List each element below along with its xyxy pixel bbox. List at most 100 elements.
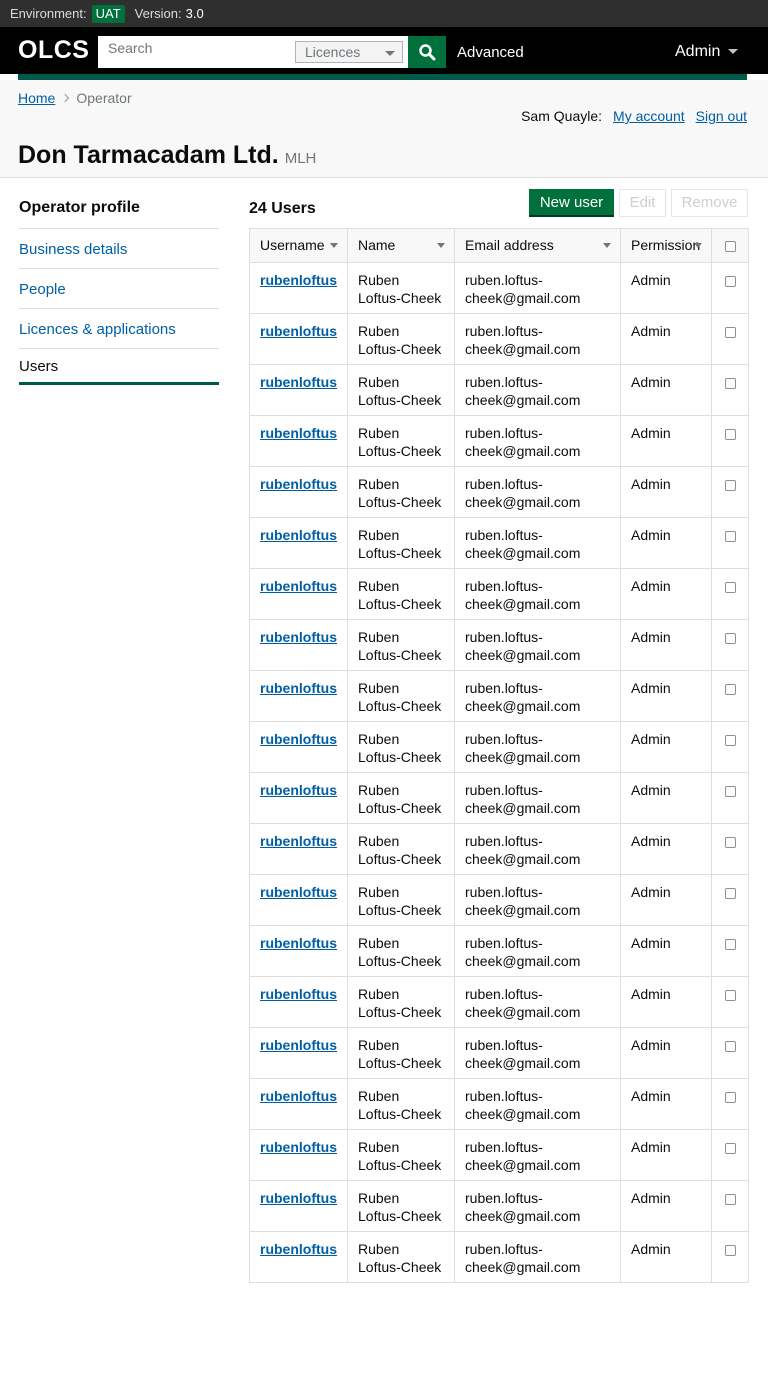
row-checkbox[interactable] (724, 633, 736, 644)
permission-cell: Admin (620, 415, 712, 467)
username-link[interactable]: rubenloftus (260, 731, 337, 747)
name-cell: Ruben Loftus-Cheek (347, 1231, 455, 1283)
row-select-cell (711, 1078, 749, 1130)
first-name: Ruben (358, 323, 400, 339)
username-cell: rubenloftus (249, 466, 348, 518)
last-name: Loftus-Cheek (358, 596, 442, 612)
search-scope-select[interactable]: Licences (295, 41, 403, 63)
last-name: Loftus-Cheek (358, 1106, 442, 1122)
email-cell: ruben.loftus-cheek@gmail.com (454, 517, 621, 569)
table-header-row: Username Name Email address Permission (249, 228, 749, 263)
username-link[interactable]: rubenloftus (260, 1088, 337, 1104)
username-link[interactable]: rubenloftus (260, 629, 337, 645)
advanced-search-link[interactable]: Advanced (457, 44, 524, 61)
first-name: Ruben (358, 1037, 400, 1053)
row-checkbox[interactable] (724, 1143, 736, 1154)
last-name: Loftus-Cheek (358, 1208, 442, 1224)
remove-button[interactable]: Remove (671, 189, 748, 217)
olcs-logo[interactable]: OLCS (18, 36, 89, 65)
sort-icon (603, 243, 611, 248)
username-link[interactable]: rubenloftus (260, 323, 337, 339)
row-checkbox[interactable] (724, 480, 736, 491)
row-checkbox[interactable] (724, 327, 736, 338)
email-cell: ruben.loftus-cheek@gmail.com (454, 313, 621, 365)
username-link[interactable]: rubenloftus (260, 425, 337, 441)
admin-menu-label: Admin (675, 43, 721, 60)
username-link[interactable]: rubenloftus (260, 1139, 337, 1155)
table-row: rubenloftus Ruben Loftus-Cheek ruben.loftus… (249, 619, 749, 671)
permission-cell: Admin (620, 466, 712, 518)
column-header-email[interactable]: Email address (454, 228, 621, 263)
first-name: Ruben (358, 527, 400, 543)
table-row: rubenloftus Ruben Loftus-Cheek ruben.loftus… (249, 721, 749, 773)
username-cell: rubenloftus (249, 670, 348, 722)
edit-button[interactable]: Edit (619, 189, 666, 217)
username-cell: rubenloftus (249, 1078, 348, 1130)
sign-out-link[interactable]: Sign out (696, 108, 747, 124)
row-checkbox[interactable] (724, 1041, 736, 1052)
row-checkbox[interactable] (724, 939, 736, 950)
sidebar-item-people[interactable]: People (19, 269, 219, 309)
column-header-name[interactable]: Name (347, 228, 455, 263)
username-link[interactable]: rubenloftus (260, 1241, 337, 1257)
username-link[interactable]: rubenloftus (260, 1190, 337, 1206)
email-cell: ruben.loftus-cheek@gmail.com (454, 823, 621, 875)
username-link[interactable]: rubenloftus (260, 986, 337, 1002)
username-link[interactable]: rubenloftus (260, 935, 337, 951)
row-checkbox[interactable] (724, 429, 736, 440)
row-checkbox[interactable] (724, 582, 736, 593)
search-button[interactable] (408, 36, 446, 68)
sidebar-item-users[interactable]: Users (19, 349, 219, 385)
username-cell: rubenloftus (249, 925, 348, 977)
row-checkbox[interactable] (724, 1245, 736, 1256)
name-cell: Ruben Loftus-Cheek (347, 415, 455, 467)
table-row: rubenloftus Ruben Loftus-Cheek ruben.loftus… (249, 313, 749, 365)
username-link[interactable]: rubenloftus (260, 833, 337, 849)
table-row: rubenloftus Ruben Loftus-Cheek ruben.loftus… (249, 976, 749, 1028)
row-checkbox[interactable] (724, 990, 736, 1001)
username-link[interactable]: rubenloftus (260, 476, 337, 492)
email-line-1: ruben.loftus- (465, 272, 543, 288)
my-account-link[interactable]: My account (613, 108, 685, 124)
new-user-button[interactable]: New user (529, 189, 614, 217)
row-checkbox[interactable] (724, 684, 736, 695)
first-name: Ruben (358, 1190, 400, 1206)
last-name: Loftus-Cheek (358, 494, 442, 510)
sidebar-item-licences-applications[interactable]: Licences & applications (19, 309, 219, 349)
admin-menu[interactable]: Admin (675, 43, 739, 61)
sidebar-item-business-details[interactable]: Business details (19, 229, 219, 269)
column-header-permission[interactable]: Permission (620, 228, 712, 263)
row-checkbox[interactable] (724, 1194, 736, 1205)
email-line-1: ruben.loftus- (465, 476, 543, 492)
row-checkbox[interactable] (724, 276, 736, 287)
select-all-checkbox[interactable] (724, 241, 736, 252)
email-line-2: cheek@gmail.com (465, 596, 581, 612)
username-cell: rubenloftus (249, 874, 348, 926)
name-cell: Ruben Loftus-Cheek (347, 1180, 455, 1232)
row-checkbox[interactable] (724, 1092, 736, 1103)
username-link[interactable]: rubenloftus (260, 527, 337, 543)
username-link[interactable]: rubenloftus (260, 782, 337, 798)
row-checkbox[interactable] (724, 531, 736, 542)
row-checkbox[interactable] (724, 378, 736, 389)
username-link[interactable]: rubenloftus (260, 884, 337, 900)
first-name: Ruben (358, 476, 400, 492)
row-checkbox[interactable] (724, 888, 736, 899)
column-header-username[interactable]: Username (249, 228, 348, 263)
row-checkbox[interactable] (724, 837, 736, 848)
search-input[interactable] (98, 36, 294, 68)
row-checkbox[interactable] (724, 786, 736, 797)
username-link[interactable]: rubenloftus (260, 680, 337, 696)
username-link[interactable]: rubenloftus (260, 272, 337, 288)
version-value: 3.0 (185, 6, 204, 21)
breadcrumb-home-link[interactable]: Home (18, 90, 55, 106)
username-cell: rubenloftus (249, 1231, 348, 1283)
row-select-cell (711, 262, 749, 314)
username-link[interactable]: rubenloftus (260, 374, 337, 390)
row-select-cell (711, 874, 749, 926)
username-link[interactable]: rubenloftus (260, 578, 337, 594)
row-checkbox[interactable] (724, 735, 736, 746)
row-select-cell (711, 670, 749, 722)
username-link[interactable]: rubenloftus (260, 1037, 337, 1053)
email-cell: ruben.loftus-cheek@gmail.com (454, 1078, 621, 1130)
